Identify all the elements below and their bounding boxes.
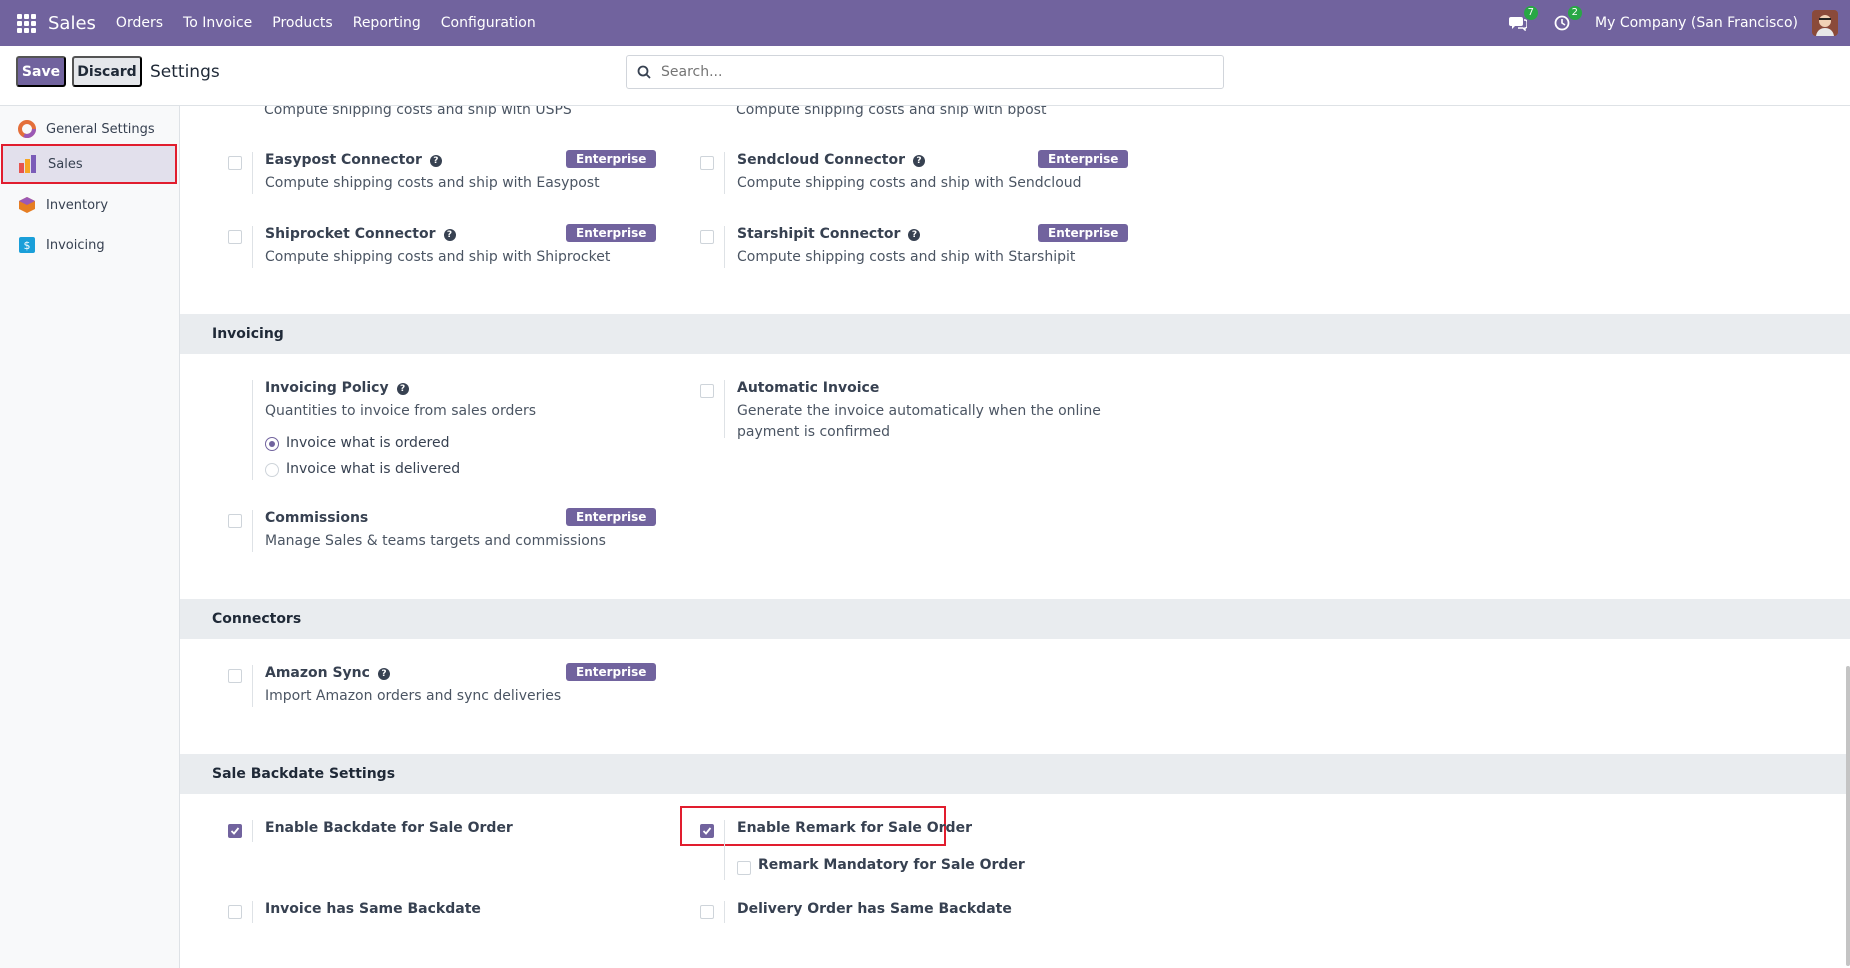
sendcloud-title: Sendcloud Connector [737,152,905,168]
shiprocket-description: Compute shipping costs and ship with Shi… [265,249,611,265]
enterprise-badge: Enterprise [566,150,657,168]
page-title: Settings [150,62,220,82]
commissions-description: Manage Sales & teams targets and commiss… [265,533,606,549]
search-bar[interactable] [626,55,1224,89]
sidebar-item-general-settings[interactable]: General Settings [2,110,176,148]
inventory-box-icon [19,197,35,213]
menu-orders[interactable]: Orders [116,15,163,31]
invoicing-policy-title: Invoicing Policy [265,380,389,396]
starshipit-checkbox[interactable] [700,230,714,244]
amazon-sync-description: Import Amazon orders and sync deliveries [265,688,562,704]
easypost-checkbox[interactable] [228,156,242,170]
help-icon[interactable]: ? [908,229,921,241]
remark-mandatory-checkbox[interactable] [737,861,751,875]
radio-label-invoice-ordered[interactable]: Invoice what is ordered [286,435,450,451]
apps-grid-icon[interactable] [17,14,37,33]
enterprise-badge: Enterprise [566,663,657,681]
automatic-invoice-description: Generate the invoice automatically when … [737,403,1101,440]
starshipit-description: Compute shipping costs and ship with Sta… [737,249,1076,265]
discard-button[interactable]: Discard [72,56,142,87]
sidebar-item-label: Inventory [46,197,109,213]
top-navbar: Sales Orders To Invoice Products Reporti… [0,0,1850,46]
easypost-description: Compute shipping costs and ship with Eas… [265,175,600,191]
help-icon[interactable]: ? [429,155,442,167]
section-heading-sale-backdate: Sale Backdate Settings [180,754,1850,794]
bpost-description: Compute shipping costs and ship with bpo… [736,106,1047,118]
messages-badge: 7 [1523,6,1539,20]
odoo-logo-icon [18,120,36,138]
activities-badge: 2 [1567,6,1583,20]
help-icon[interactable]: ? [396,383,409,395]
shiprocket-title: Shiprocket Connector [265,226,436,242]
delivery-same-backdate-checkbox[interactable] [700,905,714,919]
sidebar-item-invoicing[interactable]: $ Invoicing [2,226,176,264]
sendcloud-checkbox[interactable] [700,156,714,170]
enterprise-badge: Enterprise [1038,224,1129,242]
svg-text:$: $ [24,239,31,252]
shiprocket-checkbox[interactable] [228,230,242,244]
radio-label-invoice-delivered[interactable]: Invoice what is delivered [286,461,460,477]
checkmark-icon [702,827,712,835]
automatic-invoice-checkbox[interactable] [700,384,714,398]
radio-invoice-ordered[interactable] [265,437,279,451]
user-avatar[interactable] [1812,10,1838,36]
menu-configuration[interactable]: Configuration [441,15,536,31]
enterprise-badge: Enterprise [566,508,657,526]
enable-remark-title: Enable Remark for Sale Order [737,820,972,836]
starshipit-title: Starshipit Connector [737,226,901,242]
activities-button[interactable]: 2 [1551,6,1583,34]
section-heading-invoicing: Invoicing [180,314,1850,354]
easypost-title: Easypost Connector [265,152,422,168]
control-panel: Save Discard Settings [0,46,1850,106]
help-icon[interactable]: ? [912,155,925,167]
amazon-sync-title: Amazon Sync [265,665,370,681]
menu-to-invoice[interactable]: To Invoice [183,15,252,31]
help-icon[interactable]: ? [377,668,390,680]
usps-description: Compute shipping costs and ship with USP… [264,106,572,118]
radio-invoice-delivered[interactable] [265,463,279,477]
menu-products[interactable]: Products [272,15,332,31]
sidebar-item-label: Invoicing [46,237,105,253]
search-icon [637,65,651,79]
menu-reporting[interactable]: Reporting [353,15,421,31]
clock-icon [1554,15,1570,31]
commissions-title: Commissions [265,510,369,526]
invoicing-icon: $ [19,237,35,253]
settings-sidebar: General Settings Sales Inventory $ Invoi… [0,106,180,968]
settings-content: Compute shipping costs and ship with USP… [180,106,1850,968]
save-button[interactable]: Save [16,56,66,87]
delivery-same-backdate-title: Delivery Order has Same Backdate [737,901,1012,917]
help-icon[interactable]: ? [443,229,456,241]
sales-chart-icon [19,155,36,173]
amazon-sync-checkbox[interactable] [228,669,242,683]
sidebar-item-inventory[interactable]: Inventory [2,186,176,224]
enable-backdate-checkbox[interactable] [228,824,242,838]
enterprise-badge: Enterprise [566,224,657,242]
app-brand[interactable]: Sales [48,13,96,34]
messages-button[interactable]: 7 [1507,6,1539,34]
invoice-same-backdate-checkbox[interactable] [228,905,242,919]
sidebar-item-label: Sales [48,156,83,172]
sendcloud-description: Compute shipping costs and ship with Sen… [737,175,1082,191]
search-input[interactable] [661,64,1201,80]
invoice-same-backdate-title: Invoice has Same Backdate [265,901,481,917]
scrollbar[interactable] [1846,666,1850,966]
remark-mandatory-title: Remark Mandatory for Sale Order [758,857,1025,873]
company-switcher[interactable]: My Company (San Francisco) [1595,15,1798,31]
sidebar-item-label: General Settings [46,121,155,137]
commissions-checkbox[interactable] [228,514,242,528]
sidebar-item-sales[interactable]: Sales [1,144,177,184]
enable-backdate-title: Enable Backdate for Sale Order [265,820,513,836]
chat-icon [1509,17,1528,31]
invoicing-policy-description: Quantities to invoice from sales orders [265,403,537,419]
section-heading-connectors: Connectors [180,599,1850,639]
enterprise-badge: Enterprise [1038,150,1129,168]
enable-remark-checkbox[interactable] [700,824,714,838]
automatic-invoice-title: Automatic Invoice [737,380,880,396]
checkmark-icon [230,827,240,835]
